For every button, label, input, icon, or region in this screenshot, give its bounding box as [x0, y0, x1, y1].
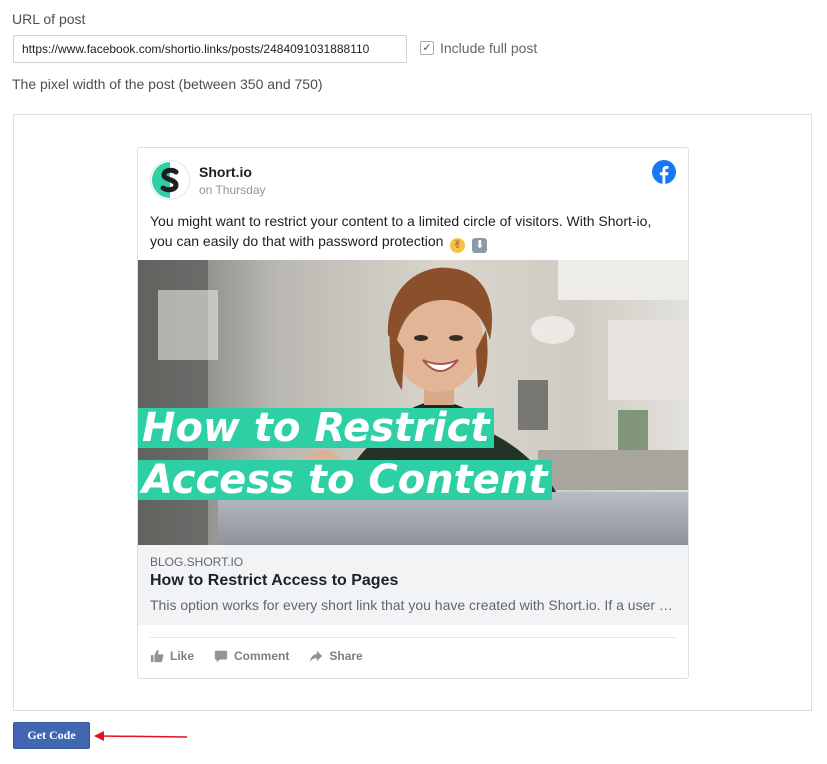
post-image[interactable]: How to Restrict Access to Content	[138, 260, 688, 545]
share-button[interactable]: Share	[309, 649, 363, 663]
down-arrow-emoji: ⬇	[472, 238, 488, 253]
url-label: URL of post	[12, 11, 86, 27]
ok-hand-emoji: ✌	[450, 238, 466, 253]
get-code-button[interactable]: Get Code	[13, 722, 90, 749]
post-url-input[interactable]	[13, 35, 407, 63]
annotation-arrow-icon	[94, 731, 188, 741]
link-description: This option works for every short link t…	[150, 597, 675, 613]
include-full-post-label: Include full post	[440, 40, 538, 56]
facebook-logo-icon[interactable]	[652, 160, 676, 184]
short-io-logo	[151, 161, 189, 199]
link-preview[interactable]: BLOG.SHORT.IO How to Restrict Access to …	[138, 545, 688, 625]
comment-bubble-icon	[214, 650, 228, 663]
facebook-post-card: Short.io on Thursday You might want to r…	[137, 147, 689, 679]
like-label: Like	[170, 649, 195, 663]
link-title[interactable]: How to Restrict Access to Pages	[150, 572, 398, 590]
page-name-link[interactable]: Short.io	[199, 164, 266, 180]
comment-button[interactable]: Comment	[214, 649, 289, 663]
link-domain: BLOG.SHORT.IO	[150, 555, 244, 569]
image-headline-line2: Access to Content	[138, 460, 552, 500]
post-timestamp[interactable]: on Thursday	[199, 183, 266, 197]
share-arrow-icon	[310, 650, 323, 663]
comment-label: Comment	[234, 649, 290, 663]
post-header: Short.io on Thursday	[150, 160, 266, 200]
actions-divider	[150, 637, 676, 638]
thumbs-up-icon	[150, 649, 164, 663]
post-actions: Like Comment Share	[150, 649, 363, 663]
like-button[interactable]: Like	[150, 649, 194, 663]
share-label: Share	[329, 649, 363, 663]
post-message: You might want to restrict your content …	[150, 211, 670, 253]
pixel-width-label: The pixel width of the post (between 350…	[12, 76, 323, 92]
include-full-post-checkbox[interactable]: ✓	[420, 41, 434, 55]
page-avatar[interactable]	[150, 160, 190, 200]
include-full-post-toggle[interactable]: ✓ Include full post	[420, 40, 537, 56]
image-headline-line1: How to Restrict	[138, 408, 494, 448]
post-message-text: You might want to restrict your content …	[150, 213, 652, 249]
embed-post-page: URL of post ✓ Include full post The pixe…	[0, 0, 827, 764]
